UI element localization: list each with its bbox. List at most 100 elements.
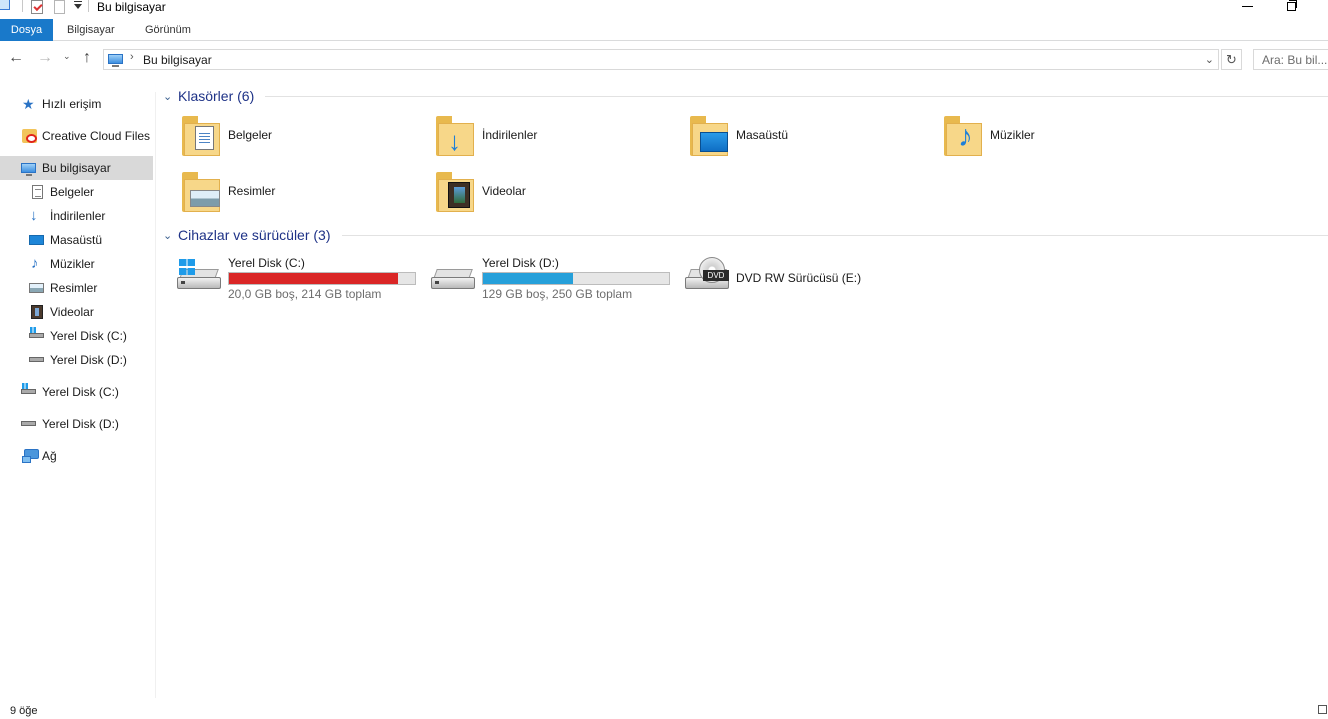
computer-icon xyxy=(21,163,36,176)
sidebar-item-local-disk-d[interactable]: Yerel Disk (D:) xyxy=(0,348,153,372)
folder-item-pictures[interactable]: Resimler xyxy=(157,169,407,221)
drive-usage-bar xyxy=(482,272,670,285)
documents-icon xyxy=(32,185,43,199)
dvd-badge-text: DVD xyxy=(703,270,729,281)
videos-icon xyxy=(31,305,43,319)
sidebar-item-this-pc[interactable]: Bu bilgisayar xyxy=(0,156,153,180)
sidebar-item-label: Yerel Disk (C:) xyxy=(42,385,119,399)
drive-icon xyxy=(21,421,36,426)
sidebar-item-label: Belgeler xyxy=(50,185,95,199)
navigation-bar: ← → ⌄ ↑ › Bu bilgisayar ⌄ ↻ Ara: Bu bil.… xyxy=(0,46,1328,72)
breadcrumb[interactable]: Bu bilgisayar xyxy=(143,53,212,67)
folder-item-music[interactable]: ♪ Müzikler xyxy=(919,113,1169,165)
sidebar-item-downloads[interactable]: ↓ İndirilenler xyxy=(0,204,153,228)
folder-label: Müzikler xyxy=(990,128,1035,142)
computer-icon[interactable] xyxy=(0,0,10,10)
window-title: Bu bilgisayar xyxy=(97,0,166,14)
sidebar-item-label: Hızlı erişim xyxy=(42,97,102,111)
sidebar-item-label: Yerel Disk (D:) xyxy=(50,353,127,367)
drive-name: DVD RW Sürücüsü (E:) xyxy=(736,271,862,285)
folders-group-title[interactable]: Klasörler (6) xyxy=(178,88,254,104)
music-folder-icon: ♪ xyxy=(944,116,982,156)
sidebar-item-label: İndirilenler xyxy=(50,209,106,223)
drive-usage-fill xyxy=(483,273,574,284)
tab-file[interactable]: Dosya xyxy=(0,19,53,41)
sidebar-item-network[interactable]: Ağ xyxy=(0,444,153,468)
address-history-chevron-icon[interactable]: ⌄ xyxy=(1205,53,1214,66)
item-count: 9 öğe xyxy=(10,705,38,717)
file-explorer-window: Bu bilgisayar Dosya Bilgisayar Görünüm ←… xyxy=(0,0,1328,719)
folder-label: İndirilenler xyxy=(482,128,538,142)
group-divider xyxy=(342,235,1328,236)
creative-cloud-icon xyxy=(22,129,37,143)
sidebar-item-label: Müzikler xyxy=(50,257,95,271)
folder-item-downloads[interactable]: ↓ İndirilenler xyxy=(411,113,661,165)
drive-icon xyxy=(29,357,44,362)
drive-usage-fill xyxy=(229,273,398,284)
documents-folder-icon xyxy=(182,116,220,156)
desktop-folder-icon xyxy=(690,116,728,156)
folder-label: Belgeler xyxy=(228,128,273,142)
minimize-icon[interactable] xyxy=(1242,6,1253,7)
sidebar-item-pictures[interactable]: Resimler xyxy=(0,276,153,300)
devices-group-title[interactable]: Cihazlar ve sürücüler (3) xyxy=(178,227,331,243)
navigation-pane: ★ Hızlı erişim Creative Cloud Files Bu b… xyxy=(0,92,156,698)
forward-arrow-icon[interactable]: → xyxy=(37,50,53,66)
drive-free-space: 20,0 GB boş, 214 GB toplam xyxy=(228,287,382,301)
drive-name: Yerel Disk (D:) xyxy=(482,256,559,270)
folder-item-desktop[interactable]: Masaüstü xyxy=(665,113,915,165)
star-icon: ★ xyxy=(22,96,35,112)
drive-item-d[interactable]: Yerel Disk (D:) 129 GB boş, 250 GB topla… xyxy=(411,253,670,303)
sidebar-item-local-disk-c[interactable]: Yerel Disk (C:) xyxy=(0,324,153,348)
system-drive-icon xyxy=(21,383,36,394)
drive-name: Yerel Disk (C:) xyxy=(228,256,305,270)
folder-label: Resimler xyxy=(228,184,276,198)
sidebar-item-documents[interactable]: Belgeler xyxy=(0,180,153,204)
collapse-chevron-icon[interactable]: ⌄ xyxy=(163,229,172,242)
back-arrow-icon[interactable]: ← xyxy=(8,50,24,66)
tab-view[interactable]: Görünüm xyxy=(145,19,191,41)
new-folder-icon[interactable] xyxy=(54,0,65,14)
sidebar-item-label: Ağ xyxy=(42,449,57,463)
customize-toolbar-chevron-icon[interactable] xyxy=(74,1,82,9)
dvd-drive-icon: DVD xyxy=(685,257,729,291)
sidebar-item-label: Resimler xyxy=(50,281,98,295)
search-input[interactable]: Ara: Bu bil... xyxy=(1253,49,1328,70)
search-placeholder: Ara: Bu bil... xyxy=(1262,53,1328,67)
sidebar-item-label: Masaüstü xyxy=(50,233,103,247)
sidebar-item-desktop[interactable]: Masaüstü xyxy=(0,228,153,252)
properties-icon[interactable] xyxy=(31,0,43,14)
music-icon: ♪ xyxy=(31,255,39,272)
downloads-folder-icon: ↓ xyxy=(436,116,474,156)
address-bar[interactable]: › Bu bilgisayar ⌄ xyxy=(103,49,1219,70)
sidebar-item-videos[interactable]: Videolar xyxy=(0,300,153,324)
sidebar-item-local-disk-c[interactable]: Yerel Disk (C:) xyxy=(0,380,153,404)
sidebar-item-local-disk-d[interactable]: Yerel Disk (D:) xyxy=(0,412,153,436)
collapse-chevron-icon[interactable]: ⌄ xyxy=(163,90,172,103)
refresh-button[interactable]: ↻ xyxy=(1221,49,1242,70)
breadcrumb-chevron-icon[interactable]: › xyxy=(130,51,134,63)
details-view-icon[interactable] xyxy=(1318,705,1327,714)
folder-item-documents[interactable]: Belgeler xyxy=(157,113,407,165)
restore-icon[interactable] xyxy=(1287,0,1297,11)
sidebar-item-label: Yerel Disk (C:) xyxy=(50,329,127,343)
toolbar-divider xyxy=(88,0,89,12)
sidebar-item-music[interactable]: ♪ Müzikler xyxy=(0,252,153,276)
tab-computer[interactable]: Bilgisayar xyxy=(67,19,115,41)
drive-usage-bar xyxy=(228,272,416,285)
sidebar-item-quick-access[interactable]: ★ Hızlı erişim xyxy=(0,92,153,116)
desktop-icon xyxy=(29,235,44,245)
sidebar-item-label: Creative Cloud Files xyxy=(42,129,151,143)
toolbar-divider xyxy=(22,0,23,12)
folder-item-videos[interactable]: Videolar xyxy=(411,169,661,221)
pictures-folder-icon xyxy=(182,172,220,212)
sidebar-item-creative-cloud[interactable]: Creative Cloud Files xyxy=(0,124,153,148)
group-divider xyxy=(265,96,1328,97)
sidebar-item-label: Bu bilgisayar xyxy=(42,161,111,175)
network-icon xyxy=(22,449,39,463)
drive-item-c[interactable]: Yerel Disk (C:) 20,0 GB boş, 214 GB topl… xyxy=(157,253,416,303)
videos-folder-icon xyxy=(436,172,474,212)
drive-item-e[interactable]: DVD DVD RW Sürücüsü (E:) xyxy=(665,253,915,303)
recent-locations-chevron-icon[interactable]: ⌄ xyxy=(63,51,71,62)
up-arrow-icon[interactable]: ↑ xyxy=(83,50,91,66)
